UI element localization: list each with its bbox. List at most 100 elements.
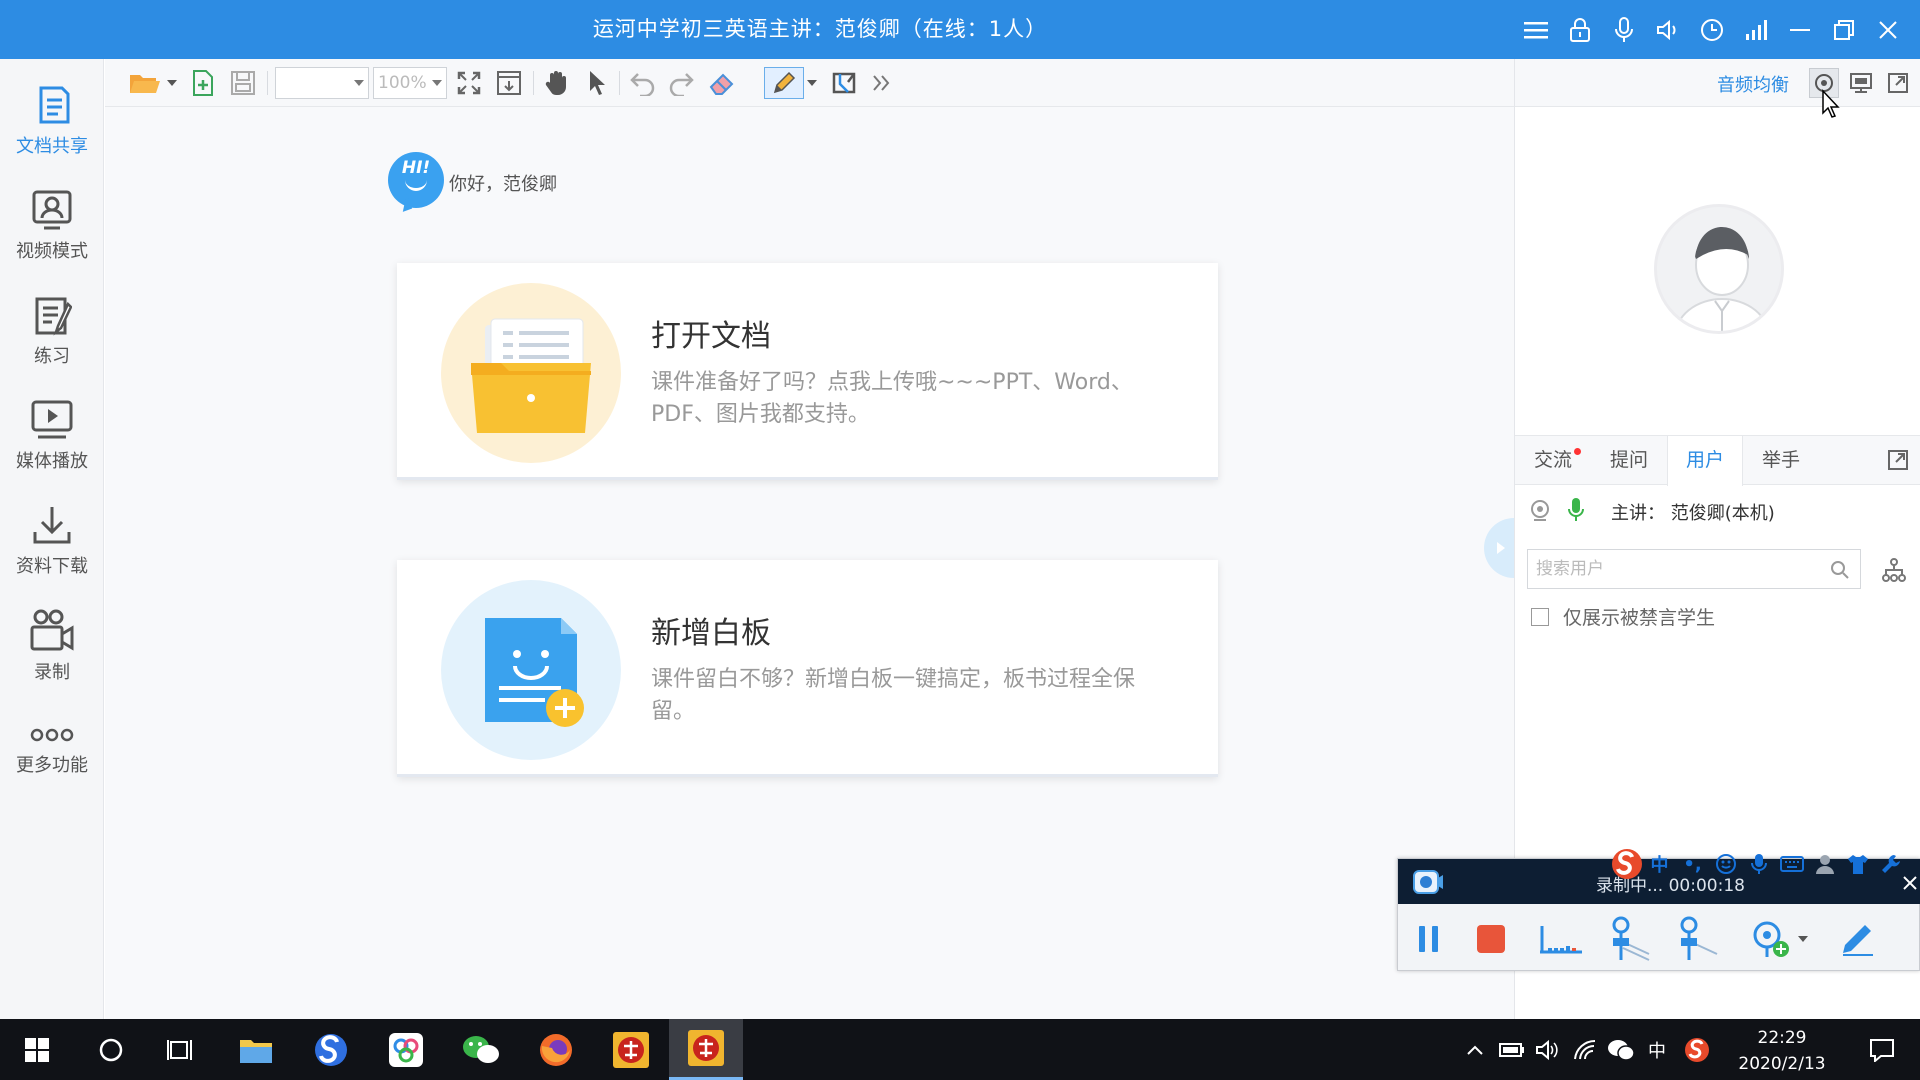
search-user-input[interactable]: 搜索用户 [1527, 549, 1861, 589]
fit-page-icon[interactable] [493, 67, 525, 99]
zoom-select[interactable]: 100% [373, 67, 447, 99]
page-select[interactable] [275, 67, 369, 99]
ime-language-toggle[interactable]: 中 [1643, 849, 1676, 879]
user-camera-icon [1531, 500, 1549, 521]
redo-icon[interactable] [665, 67, 697, 99]
open-folder-icon[interactable] [127, 67, 163, 99]
host-name: 主讲： 范俊卿(本机) [1611, 503, 1775, 524]
file-explorer-icon[interactable] [219, 1019, 293, 1080]
baidu-netdisk-icon[interactable] [369, 1019, 443, 1080]
nav-item-more[interactable]: 更多功能 [0, 703, 104, 799]
nav-label: 更多功能 [16, 755, 88, 776]
fullscreen-icon[interactable] [453, 67, 485, 99]
nav-item-download[interactable]: 资料下载 [0, 493, 104, 589]
camera-dropdown-icon[interactable] [1796, 917, 1810, 961]
cortana-search-icon[interactable] [74, 1019, 148, 1080]
tab-questions[interactable]: 提问 [1591, 436, 1667, 485]
nav-item-video-mode[interactable]: 视频模式 [0, 178, 104, 274]
nav-label: 文档共享 [16, 136, 88, 157]
speaker-icon[interactable] [1646, 10, 1690, 50]
pointer-tool-icon[interactable] [581, 67, 613, 99]
screen-share-icon[interactable] [1846, 68, 1876, 98]
eraser-icon[interactable] [705, 67, 737, 99]
nav-item-document-share[interactable]: 文档共享 [0, 73, 104, 169]
firefox-icon[interactable] [519, 1019, 593, 1080]
wechat-tray-icon[interactable] [1604, 1019, 1638, 1080]
battery-icon[interactable] [1496, 1019, 1528, 1080]
only-muted-checkbox[interactable] [1531, 607, 1549, 626]
keyboard-icon[interactable] [1775, 849, 1808, 879]
tab-chat[interactable]: 交流 [1515, 436, 1591, 485]
user-account-icon[interactable] [1808, 849, 1841, 879]
microphone-icon[interactable] [1602, 10, 1646, 50]
host-user-row[interactable]: 主讲： 范俊卿(本机) [1515, 485, 1920, 535]
tab-users[interactable]: 用户 [1667, 436, 1743, 486]
menu-icon[interactable] [1514, 10, 1558, 50]
hand-tool-icon[interactable] [541, 67, 573, 99]
save-icon[interactable] [227, 67, 259, 99]
classroom-app-active-icon[interactable] [669, 1019, 743, 1080]
pause-icon [1419, 926, 1438, 952]
voice-input-icon[interactable] [1742, 849, 1775, 879]
emoji-icon[interactable] [1709, 849, 1742, 879]
tray-expand-icon[interactable] [1462, 1019, 1488, 1080]
popout-icon[interactable] [1883, 68, 1913, 98]
volume-icon[interactable] [1532, 1019, 1562, 1080]
user-microphone-icon [1568, 498, 1584, 521]
nav-item-exercise[interactable]: 练习 [0, 283, 104, 379]
presenter-avatar [1654, 204, 1784, 334]
wifi-icon[interactable] [1570, 1019, 1600, 1080]
wechat-icon[interactable] [444, 1019, 518, 1080]
sogou-browser-icon[interactable] [294, 1019, 368, 1080]
only-muted-filter[interactable]: 仅展示被禁言学生 [1531, 603, 1715, 630]
open-dropdown-icon[interactable] [165, 67, 179, 99]
new-whiteboard-title: 新增白板 [651, 616, 771, 651]
signal-icon[interactable] [1734, 10, 1778, 50]
zoom-value: 100% [378, 73, 427, 93]
user-tree-icon[interactable] [1881, 557, 1907, 583]
sogou-logo-icon[interactable] [1610, 849, 1643, 879]
skin-shirt-icon[interactable] [1841, 849, 1874, 879]
close-icon[interactable] [1866, 10, 1910, 50]
greeting-hi: HI! [401, 158, 431, 178]
new-whiteboard-card[interactable]: 新增白板 课件留白不够？新增白板一键搞定，板书过程全保留。 [397, 560, 1218, 777]
lock-icon[interactable] [1558, 10, 1602, 50]
unread-dot [1574, 448, 1581, 455]
clock-date: 2020/2/13 [1738, 1054, 1826, 1074]
annotate-button[interactable] [1834, 917, 1880, 961]
title-bar-controls [1514, 0, 1910, 59]
tab-raise-hand[interactable]: 举手 [1743, 436, 1819, 485]
taskbar-clock[interactable]: 22:29 2020/2/13 [1727, 1025, 1837, 1077]
wrench-tool-icon[interactable] [1874, 849, 1907, 879]
clock-icon[interactable] [1690, 10, 1734, 50]
bookmark-button[interactable] [1676, 916, 1722, 961]
search-icon[interactable] [1830, 560, 1850, 580]
notification-center-icon[interactable] [1852, 1019, 1912, 1080]
more-tools-icon[interactable] [867, 67, 895, 99]
audio-balance-link[interactable]: 音频均衡 [1717, 71, 1789, 97]
pen-tool-icon[interactable] [764, 67, 804, 99]
stop-recording-button[interactable] [1468, 917, 1514, 961]
screenshot-icon[interactable] [829, 67, 861, 99]
add-camera-icon [1753, 921, 1789, 957]
ime-punctuation-toggle[interactable]: •, [1676, 849, 1709, 879]
nav-item-media-play[interactable]: 媒体播放 [0, 388, 104, 484]
sogou-tray-icon[interactable] [1680, 1019, 1714, 1080]
pause-recording-button[interactable] [1406, 917, 1452, 961]
minimize-icon[interactable] [1778, 10, 1822, 50]
windows-start-icon[interactable] [0, 1019, 74, 1080]
task-view-icon[interactable] [144, 1019, 218, 1080]
pen-dropdown-icon[interactable] [805, 67, 819, 99]
input-language-indicator[interactable]: 中 [1642, 1019, 1672, 1080]
nav-item-record[interactable]: 录制 [0, 598, 104, 694]
tabs-popout-icon[interactable] [1883, 445, 1913, 475]
classroom-app-icon[interactable] [594, 1019, 668, 1080]
open-document-card[interactable]: 打开文档 课件准备好了吗？点我上传哦~~~PPT、Word、PDF、图片我都支持… [397, 263, 1218, 480]
restore-icon[interactable] [1822, 10, 1866, 50]
audio-level-button[interactable] [1538, 917, 1584, 961]
marker-button[interactable] [1608, 916, 1654, 961]
undo-icon[interactable] [627, 67, 659, 99]
folder-illustration [441, 283, 621, 463]
new-document-icon[interactable] [187, 67, 219, 99]
add-camera-button[interactable] [1748, 917, 1794, 961]
